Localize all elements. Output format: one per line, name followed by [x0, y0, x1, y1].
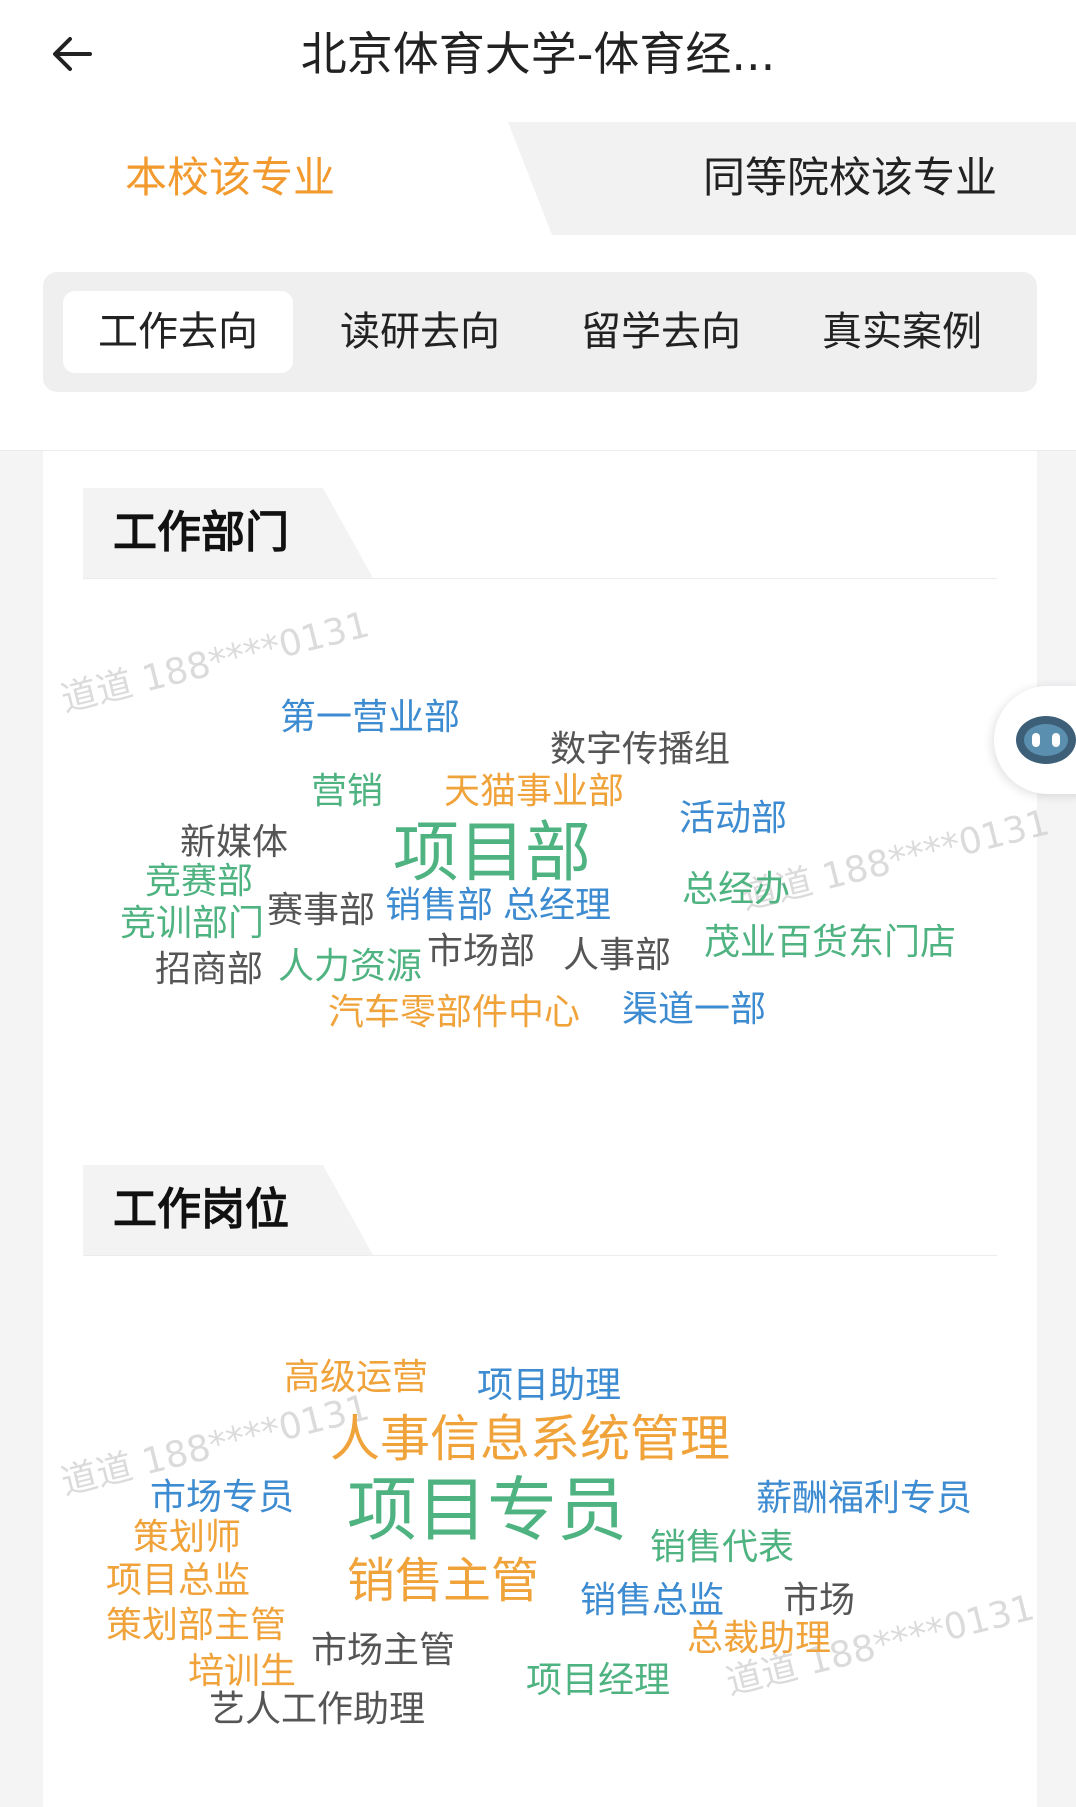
sub-tab-bar: 工作去向 读研去向 留学去向 真实案例: [43, 272, 1037, 392]
section-title-departments: 工作部门: [113, 507, 289, 558]
tab-graduate-study[interactable]: 读研去向: [305, 291, 535, 373]
word-cloud-item[interactable]: 策划师: [133, 1520, 241, 1556]
section-title-positions: 工作岗位: [113, 1184, 289, 1235]
word-cloud-item[interactable]: 项目总监: [106, 1563, 250, 1599]
page-title: 北京体育大学-体育经...: [300, 27, 776, 81]
word-cloud-item[interactable]: 项目专员: [347, 1475, 627, 1545]
word-cloud-item[interactable]: 总经办: [682, 872, 790, 908]
word-cloud-item[interactable]: 第一营业部: [280, 700, 460, 736]
word-cloud-item[interactable]: 天猫事业部: [444, 774, 624, 810]
word-cloud-item[interactable]: 新媒体: [180, 825, 288, 861]
section-header-departments: 工作部门: [83, 488, 997, 579]
robot-icon: [1016, 716, 1076, 764]
segment-this-school[interactable]: 本校该专业: [60, 140, 400, 216]
word-cloud-item[interactable]: 销售部: [385, 888, 493, 924]
word-cloud-item[interactable]: 数字传播组: [550, 732, 730, 768]
word-cloud-item[interactable]: 市场: [783, 1583, 855, 1619]
word-cloud-item[interactable]: 销售主管: [347, 1557, 539, 1605]
word-cloud-item[interactable]: 人事部: [563, 938, 671, 974]
word-cloud-item[interactable]: 总裁助理: [687, 1621, 831, 1657]
word-cloud-item[interactable]: 市场专员: [150, 1480, 294, 1516]
word-cloud-item[interactable]: 赛事部: [267, 893, 375, 929]
word-cloud-item[interactable]: 汽车零部件中心: [328, 995, 580, 1031]
word-cloud-item[interactable]: 高级运营: [284, 1360, 428, 1396]
word-cloud-item[interactable]: 销售总监: [580, 1583, 724, 1619]
tab-study-abroad[interactable]: 留学去向: [546, 291, 776, 373]
word-cloud-item[interactable]: 总经理: [503, 888, 611, 924]
word-cloud-item[interactable]: 市场部: [427, 934, 535, 970]
word-cloud-item[interactable]: 市场主管: [311, 1633, 455, 1669]
word-cloud-item[interactable]: 活动部: [679, 801, 787, 837]
back-button[interactable]: [36, 18, 108, 90]
word-cloud-item[interactable]: 渠道一部: [622, 992, 766, 1028]
tab-real-cases[interactable]: 真实案例: [787, 291, 1017, 373]
section-header-positions: 工作岗位: [83, 1165, 997, 1256]
segment-peer-schools[interactable]: 同等院校该专业: [640, 140, 1060, 216]
word-cloud-item[interactable]: 人力资源: [278, 949, 422, 985]
word-cloud-item[interactable]: 招商部: [155, 952, 263, 988]
word-cloud-item[interactable]: 培训生: [188, 1654, 296, 1690]
word-cloud-item[interactable]: 营销: [311, 774, 383, 810]
top-bar: 北京体育大学-体育经... 本校该专业 同等院校该专业 工作去向 读研去向 留学…: [0, 0, 1076, 451]
word-cloud-item[interactable]: 人事信息系统管理: [330, 1414, 730, 1464]
word-cloud-item[interactable]: 薪酬福利专员: [756, 1481, 972, 1517]
word-cloud-item[interactable]: 策划部主管: [106, 1608, 286, 1644]
word-cloud-item[interactable]: 项目助理: [477, 1368, 621, 1404]
word-cloud-item[interactable]: 艺人工作助理: [209, 1692, 425, 1728]
word-cloud-item[interactable]: 项目部: [393, 820, 591, 886]
word-cloud-item[interactable]: 销售代表: [650, 1530, 794, 1566]
word-cloud-item[interactable]: 竞训部门: [120, 906, 264, 942]
word-cloud-item[interactable]: 茂业百货东门店: [704, 925, 956, 961]
word-cloud-item[interactable]: 项目经理: [526, 1663, 670, 1699]
tab-employment[interactable]: 工作去向: [63, 291, 293, 373]
word-cloud-item[interactable]: 竞赛部: [145, 864, 253, 900]
arrow-left-icon: [53, 37, 92, 71]
